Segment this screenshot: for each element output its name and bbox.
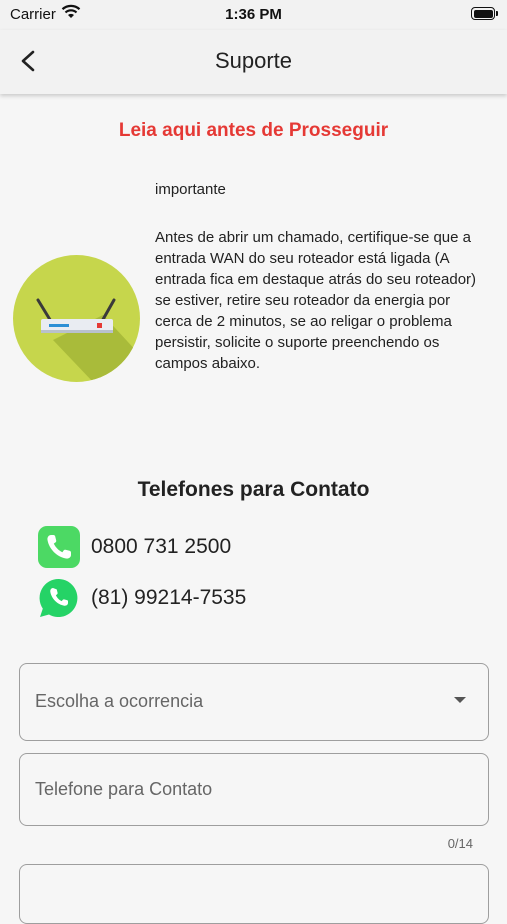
battery-icon xyxy=(471,7,498,20)
dropdown-arrow-icon xyxy=(454,697,466,703)
whatsapp-icon xyxy=(39,578,78,617)
phone-icon xyxy=(38,526,80,568)
contact-phone-placeholder: Telefone para Contato xyxy=(35,779,213,799)
occurrence-placeholder: Escolha a ocorrencia xyxy=(35,691,204,711)
phone-char-counter: 0/14 xyxy=(447,836,473,851)
contact-phone-field[interactable]: Telefone para Contato xyxy=(19,753,489,826)
router-icon xyxy=(13,255,140,382)
notice-body: Antes de abrir um chamado, certifique-se… xyxy=(155,229,477,372)
next-form-field[interactable] xyxy=(19,864,489,924)
contact-number: 0800 731 2500 xyxy=(91,535,232,558)
clock: 1:36 PM xyxy=(225,6,282,23)
contact-number: (81) 99214-7535 xyxy=(91,586,247,609)
contacts-title: Telefones para Contato xyxy=(137,478,370,501)
page-title: Suporte xyxy=(214,48,293,73)
notice-label: importante xyxy=(155,181,226,198)
status-bar: Carrier 1:36 PM xyxy=(0,0,507,30)
notice-title: Leia aqui antes de Prosseguir xyxy=(118,120,389,141)
app-bar: Suporte xyxy=(0,30,507,94)
occurrence-select[interactable]: Escolha a ocorrencia xyxy=(19,663,489,741)
